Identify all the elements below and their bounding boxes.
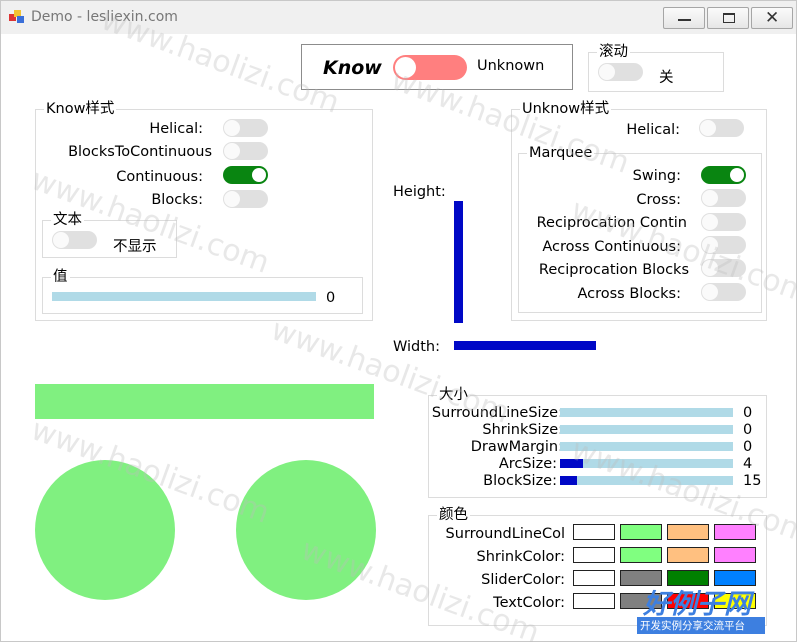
text-group-title: 文本	[51, 211, 84, 229]
know-unknown-toggle[interactable]	[393, 55, 467, 80]
arc-size-slider[interactable]	[560, 459, 733, 468]
block-size-value: 15	[743, 473, 762, 489]
window-title: Demo - lesliexin.com	[31, 9, 178, 25]
color-group-title: 颜色	[437, 506, 470, 524]
close-button[interactable]: ✕	[751, 7, 793, 29]
shrink-color-swatch[interactable]	[573, 547, 615, 563]
progress-preview-circle-1	[35, 460, 175, 600]
shrink-size-slider[interactable]	[560, 425, 733, 434]
scroll-state-label: 关	[659, 70, 674, 86]
app-window: Demo - lesliexin.com ✕ Know Unknown 滚动 关…	[0, 0, 797, 642]
value-group: 值 0	[42, 268, 363, 314]
maximize-button[interactable]	[707, 7, 749, 29]
across-continuous-toggle[interactable]	[701, 236, 746, 254]
size-group-title: 大小	[437, 386, 470, 404]
draw-margin-slider[interactable]	[560, 442, 733, 451]
across-continuous-label: Across Continuous:	[542, 239, 681, 255]
draw-margin-value: 0	[743, 439, 753, 455]
surround-line-color-swatch[interactable]	[620, 524, 662, 540]
surround-line-size-label: SurroundLineSize:	[431, 405, 563, 421]
swing-label: Swing:	[632, 168, 681, 184]
app-icon	[9, 10, 25, 24]
scroll-toggle[interactable]	[598, 63, 643, 81]
maximize-icon	[723, 13, 735, 23]
width-slider[interactable]	[454, 341, 596, 350]
swing-toggle[interactable]	[701, 166, 746, 184]
shrink-color-swatch[interactable]	[667, 547, 709, 563]
continuous-toggle[interactable]	[223, 166, 268, 184]
surround-line-color-swatch[interactable]	[573, 524, 615, 540]
unknown-style-group: Unknow样式 Helical: Marquee Swing: Cross: …	[511, 100, 767, 321]
unknown-helical-toggle[interactable]	[699, 119, 744, 137]
blocks-label: Blocks:	[151, 192, 203, 208]
blocks-toggle[interactable]	[223, 190, 268, 208]
minimize-button[interactable]	[663, 7, 705, 29]
marquee-title: Marquee	[527, 144, 595, 162]
reciprocation-continuous-label: Reciprocation Contin	[536, 215, 687, 231]
text-state-label: 不显示	[113, 239, 157, 255]
progress-preview-circle-2	[236, 460, 376, 600]
slider-color-label: SliderColor:	[481, 572, 565, 588]
minimize-icon	[678, 19, 691, 21]
title-bar[interactable]: Demo - lesliexin.com ✕	[1, 1, 796, 34]
block-size-slider[interactable]	[560, 476, 733, 485]
watermark-logo: 好例子网 开发实例分享交流平台	[633, 582, 767, 637]
draw-margin-label: DrawMargin:	[470, 439, 563, 455]
cross-label: Cross:	[636, 192, 681, 208]
size-group: 大小 SurroundLineSize: 0 ShrinkSize: 0 Dra…	[428, 386, 767, 498]
height-slider[interactable]	[454, 201, 463, 323]
progress-preview-bar	[35, 384, 374, 419]
blocks-to-continuous-toggle[interactable]	[223, 142, 268, 160]
shrink-color-label: ShrinkColor:	[476, 549, 565, 565]
value-progress-bar	[52, 292, 316, 301]
across-blocks-toggle[interactable]	[701, 283, 746, 301]
unknown-label: Unknown	[477, 58, 545, 74]
helical-label: Helical:	[149, 121, 203, 137]
arc-size-fill	[560, 459, 583, 468]
know-label: Know	[323, 57, 382, 79]
marquee-group: Marquee Swing: Cross: Reciprocation Cont…	[518, 144, 762, 313]
unknown-helical-label: Helical:	[626, 122, 680, 138]
know-toggle-panel: Know Unknown	[301, 44, 573, 90]
text-group: 文本 不显示	[42, 211, 177, 258]
blocks-to-continuous-label: BlocksToContinuous	[68, 144, 212, 160]
surround-line-color-swatch[interactable]	[667, 524, 709, 540]
watermark-logo-subtext: 开发实例分享交流平台	[637, 617, 765, 634]
close-icon: ✕	[765, 8, 780, 28]
surround-line-size-slider[interactable]	[560, 408, 733, 417]
shrink-size-value: 0	[743, 422, 753, 438]
arc-size-value: 4	[743, 456, 753, 472]
slider-color-swatch[interactable]	[573, 570, 615, 586]
surround-line-size-value: 0	[743, 405, 753, 421]
block-size-label: BlockSize:	[483, 473, 557, 489]
know-style-title: Know样式	[44, 100, 117, 118]
client-area: Know Unknown 滚动 关 Know样式 Helical: Blocks…	[5, 2, 797, 642]
text-color-label: TextColor:	[493, 595, 565, 611]
across-blocks-label: Across Blocks:	[577, 286, 681, 302]
scroll-group-title: 滚动	[597, 43, 630, 61]
surround-line-color-swatch[interactable]	[714, 524, 756, 540]
height-label: Height:	[393, 184, 446, 200]
continuous-label: Continuous:	[116, 169, 203, 185]
watermark-logo-text: 好例子网	[643, 589, 751, 620]
helical-toggle[interactable]	[223, 119, 268, 137]
shrink-color-swatch[interactable]	[620, 547, 662, 563]
scroll-group: 滚动 关	[588, 43, 724, 92]
shrink-color-swatch[interactable]	[714, 547, 756, 563]
reciprocation-continuous-toggle[interactable]	[701, 213, 746, 231]
arc-size-label: ArcSize:	[498, 456, 557, 472]
text-color-swatch[interactable]	[573, 593, 615, 609]
shrink-size-label: ShrinkSize:	[482, 422, 563, 438]
block-size-fill	[560, 476, 577, 485]
value-group-title: 值	[51, 268, 70, 286]
reciprocation-blocks-label: Reciprocation Blocks	[538, 262, 689, 278]
surround-line-color-label: SurroundLineCol	[445, 526, 565, 542]
cross-toggle[interactable]	[701, 189, 746, 207]
text-toggle[interactable]	[52, 231, 97, 249]
value-number: 0	[326, 290, 336, 306]
know-style-group: Know样式 Helical: BlocksToContinuous Conti…	[35, 100, 373, 321]
unknown-style-title: Unknow样式	[520, 100, 612, 118]
reciprocation-blocks-toggle[interactable]	[701, 259, 746, 277]
width-label: Width:	[393, 339, 441, 355]
